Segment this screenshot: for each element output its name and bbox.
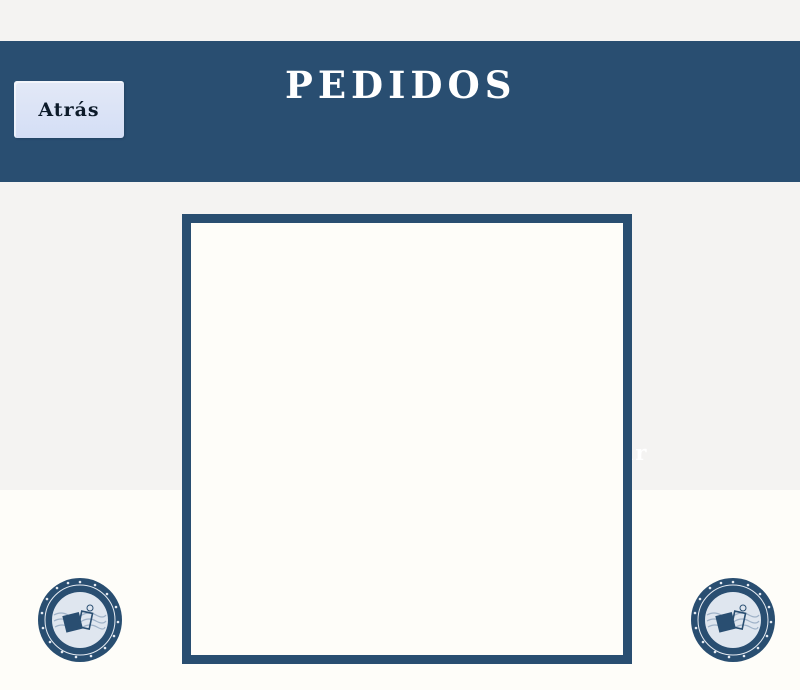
lentti-logo-left — [38, 578, 122, 662]
modal-dialog — [182, 214, 632, 664]
page-header: Atrás PEDIDOS — [0, 41, 800, 182]
lentti-logo-right — [691, 578, 775, 662]
top-gap — [0, 0, 800, 41]
page-title: PEDIDOS — [285, 63, 517, 107]
back-button[interactable]: Atrás — [14, 81, 124, 138]
